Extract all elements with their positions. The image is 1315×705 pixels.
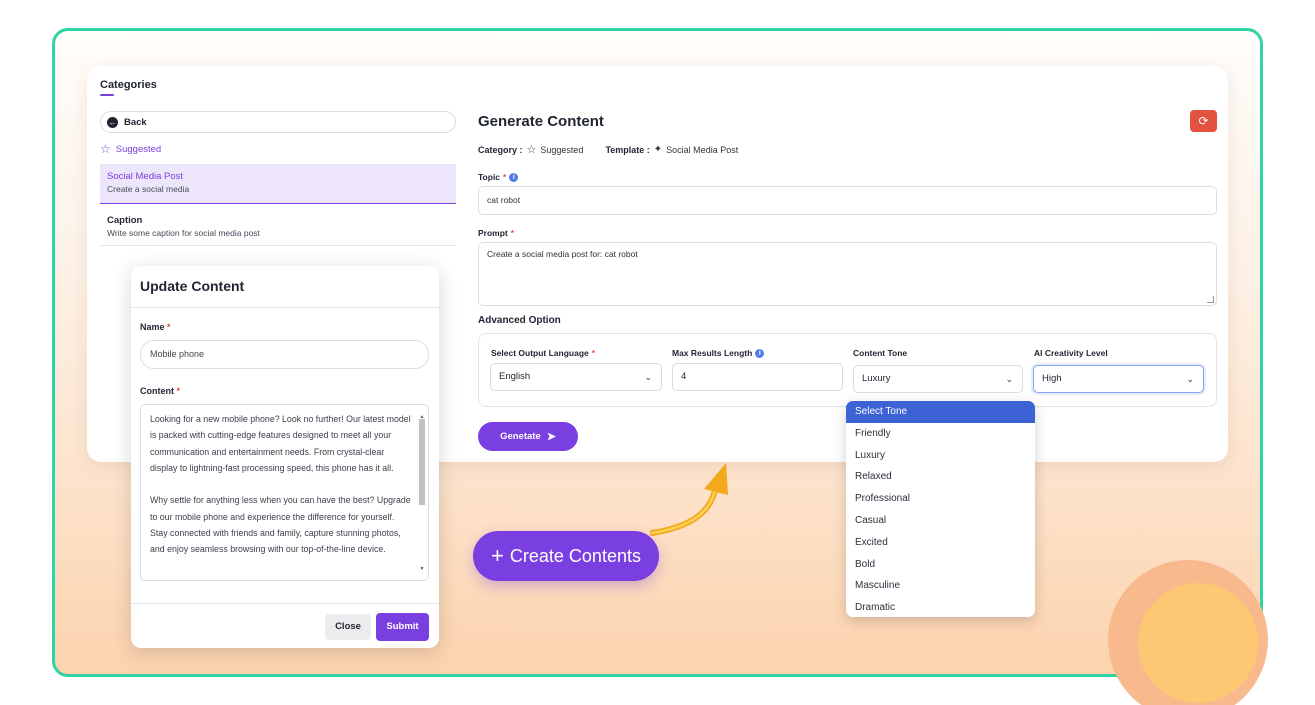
- content-paragraph: Why settle for anything less when you ca…: [150, 495, 411, 555]
- topic-label: Topic * i: [478, 172, 519, 182]
- update-content-modal: Update Content Name * Mobile phone Conte…: [131, 266, 439, 648]
- tone-option[interactable]: Casual: [846, 510, 1035, 532]
- prompt-textarea[interactable]: Create a social media post for: cat robo…: [478, 242, 1217, 306]
- star-icon: ☆: [526, 144, 537, 156]
- template-label: Template :: [605, 144, 650, 155]
- tone-option[interactable]: Excited: [846, 532, 1035, 554]
- star-icon: ☆: [100, 142, 111, 156]
- generate-label: Genetate: [500, 431, 541, 442]
- max-length-input[interactable]: 4: [672, 363, 843, 391]
- tone-option[interactable]: Friendly: [846, 423, 1035, 445]
- chevron-down-icon: ⌄: [1186, 374, 1194, 384]
- required-mark: *: [503, 172, 507, 182]
- language-select[interactable]: English ⌄: [490, 363, 662, 391]
- prompt-label: Prompt *: [478, 228, 514, 238]
- info-icon[interactable]: i: [509, 172, 519, 182]
- chevron-down-icon: ⌄: [644, 372, 652, 382]
- meta-line: Category : ☆ Suggested Template : ✦ Soci…: [478, 143, 738, 156]
- content-paragraph: Looking for a new mobile phone? Look no …: [150, 414, 411, 473]
- refresh-icon: ⟳: [1198, 114, 1209, 128]
- required-mark: *: [176, 386, 181, 396]
- plus-icon: +: [491, 543, 504, 568]
- name-label-text: Name: [140, 322, 165, 332]
- max-length-label-text: Max Results Length: [672, 348, 753, 358]
- template-item-caption[interactable]: Caption Write some caption for social me…: [100, 208, 456, 246]
- create-contents-label: Create Contents: [509, 545, 641, 566]
- content-label: Content *: [140, 386, 180, 396]
- decor-blob: [1138, 583, 1258, 703]
- create-contents-button[interactable]: + Create Contents: [473, 531, 659, 581]
- template-name: Caption: [107, 215, 143, 226]
- modal-title: Update Content: [140, 278, 245, 294]
- arrow-left-icon: ←: [107, 116, 118, 128]
- required-mark: *: [167, 322, 171, 332]
- scrollbar[interactable]: ▲ ▼: [418, 409, 426, 574]
- max-length-label: Max Results Length i: [672, 348, 765, 358]
- creativity-label: AI Creativity Level: [1034, 348, 1108, 358]
- template-value: Social Media Post: [666, 144, 739, 155]
- template-desc: Write some caption for social media post: [107, 228, 260, 238]
- back-button[interactable]: ← Back: [100, 111, 456, 133]
- template-item-social-media-post[interactable]: Social Media Post Create a social media: [100, 164, 456, 204]
- tone-option[interactable]: Select Tone: [846, 401, 1035, 423]
- suggested-label: Suggested: [115, 143, 162, 155]
- tone-value: Luxury: [862, 373, 891, 384]
- resize-handle[interactable]: [1207, 296, 1214, 303]
- tone-option[interactable]: Luxury: [846, 445, 1035, 467]
- tone-option[interactable]: Professional: [846, 488, 1035, 510]
- tone-option[interactable]: Dramatic: [846, 597, 1035, 617]
- topic-input[interactable]: cat robot: [478, 186, 1217, 215]
- suggested-category[interactable]: ☆ Suggested: [100, 142, 161, 156]
- chevron-down-icon: ⌄: [1005, 374, 1013, 384]
- max-length-value: 4: [681, 371, 687, 382]
- submit-button[interactable]: Submit: [376, 613, 429, 641]
- required-mark: *: [510, 228, 515, 238]
- content-label-text: Content: [140, 386, 174, 396]
- refresh-button[interactable]: ⟳: [1190, 110, 1217, 132]
- tone-dropdown-menu: Select Tone Friendly Luxury Relaxed Prof…: [846, 401, 1035, 617]
- tone-select[interactable]: Luxury ⌄: [853, 365, 1023, 393]
- prompt-text: Create a social media post for: cat robo…: [487, 249, 638, 259]
- category-label: Category :: [478, 144, 523, 155]
- back-label: Back: [124, 116, 147, 128]
- content-textarea[interactable]: Looking for a new mobile phone? Look no …: [140, 404, 429, 581]
- required-mark: *: [591, 348, 596, 358]
- creativity-select[interactable]: High ⌄: [1033, 365, 1204, 393]
- sparkle-icon: ✦: [653, 144, 663, 155]
- page-title: Generate Content: [478, 113, 604, 130]
- tone-option[interactable]: Bold: [846, 554, 1035, 576]
- template-name: Social Media Post: [107, 171, 184, 182]
- modal-header: Update Content: [131, 266, 439, 308]
- topic-label-text: Topic: [478, 172, 501, 182]
- prompt-label-text: Prompt: [478, 228, 508, 238]
- generate-button[interactable]: Genetate ➤: [478, 422, 578, 451]
- category-value: Suggested: [540, 144, 584, 155]
- advanced-option-title: Advanced Option: [478, 315, 561, 326]
- title-underline: [100, 94, 114, 96]
- categories-title: Categories: [100, 79, 157, 91]
- creativity-value: High: [1042, 373, 1062, 384]
- close-button[interactable]: Close: [325, 614, 371, 640]
- info-icon[interactable]: i: [755, 348, 765, 358]
- name-field[interactable]: Mobile phone: [140, 340, 429, 369]
- curved-arrow-icon: [650, 463, 728, 536]
- tone-option[interactable]: Masculine: [846, 575, 1035, 597]
- language-label: Select Output Language *: [491, 348, 595, 358]
- modal-footer-divider: [131, 603, 439, 604]
- language-label-text: Select Output Language: [491, 348, 589, 358]
- send-icon: ➤: [546, 431, 556, 443]
- scroll-thumb[interactable]: [419, 419, 425, 505]
- template-desc: Create a social media: [107, 184, 190, 194]
- tone-option[interactable]: Relaxed: [846, 466, 1035, 488]
- language-value: English: [499, 371, 531, 382]
- name-label: Name *: [140, 322, 171, 332]
- scroll-down-icon[interactable]: ▼: [418, 561, 426, 577]
- tone-label: Content Tone: [853, 348, 908, 358]
